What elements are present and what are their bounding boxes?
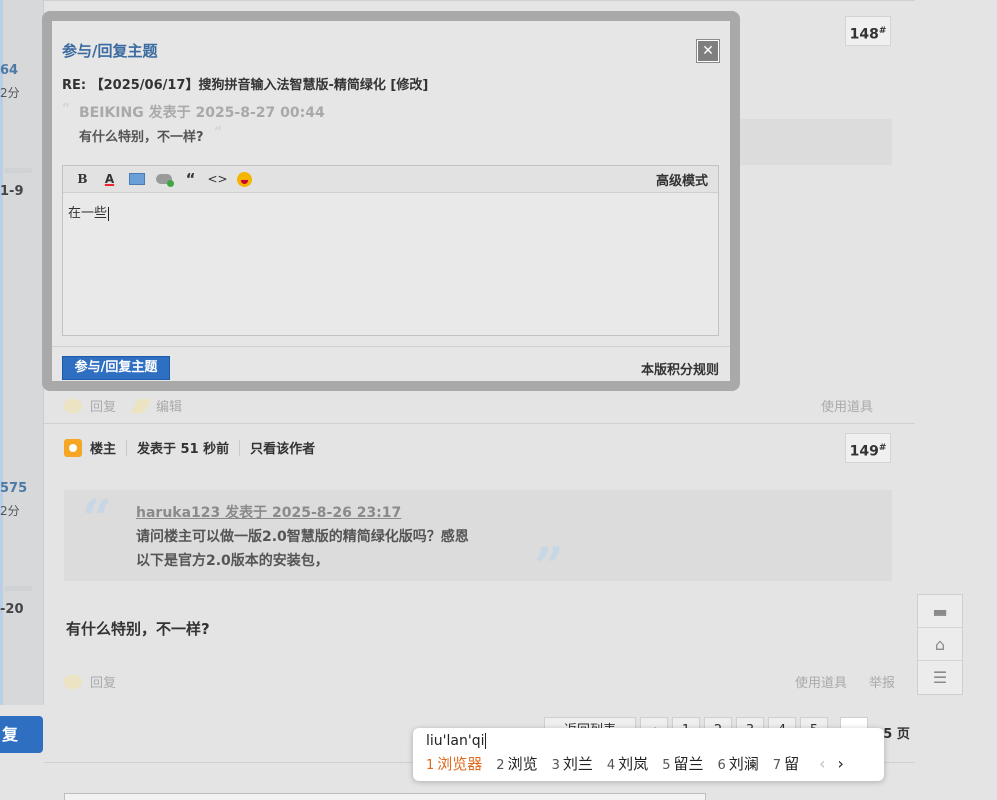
rules-link[interactable]: 本版积分规则 bbox=[641, 359, 719, 378]
ime-candidate[interactable]: 5 留兰 bbox=[662, 753, 703, 774]
quick-reply-editor[interactable] bbox=[64, 793, 706, 800]
ime-composition: liu'lan'qi bbox=[426, 733, 487, 749]
only-author-link[interactable]: 只看该作者 bbox=[250, 438, 315, 457]
quote-text: 有什么特别，不一样? bbox=[79, 130, 204, 145]
use-tool-dropdown[interactable]: 使用道具 bbox=[795, 672, 847, 691]
ime-candidate-list: 1 浏览器 2 浏览 3 刘兰 4 刘岚 5 留兰 6 刘澜 7留 ‹ › bbox=[426, 753, 856, 774]
use-tool-dropdown[interactable]: 使用道具 bbox=[821, 396, 873, 415]
quote-icon: “ bbox=[185, 170, 196, 188]
comment-icon[interactable]: ▬ bbox=[918, 595, 962, 628]
code-button[interactable]: <> bbox=[204, 168, 231, 190]
floor-number-149[interactable]: 149# bbox=[845, 433, 891, 463]
bold-icon: B bbox=[77, 172, 88, 186]
editor-toolbar: B A “ <> 高级模式 bbox=[63, 166, 718, 193]
ime-candidate[interactable]: 6 刘澜 bbox=[717, 753, 758, 774]
post-meta: 楼主 发表于 51 秒前 只看该作者 bbox=[64, 438, 315, 457]
submit-reply-button[interactable]: 参与/回复主题 bbox=[62, 356, 170, 380]
open-quote-icon: “ bbox=[82, 489, 112, 550]
reply-label: 回复 bbox=[90, 676, 117, 691]
ime-candidate-window: liu'lan'qi 1 浏览器 2 浏览 3 刘兰 4 刘岚 5 留兰 6 刘澜 7留 ‹… bbox=[413, 728, 884, 781]
ime-candidate[interactable]: 4 刘岚 bbox=[607, 753, 648, 774]
quote-line: 以下是官方2.0版本的安装包， bbox=[136, 553, 329, 569]
column-accent-strip bbox=[0, 0, 3, 705]
post-time: 发表于 51 秒前 bbox=[137, 442, 230, 457]
quote-button[interactable]: “ bbox=[177, 168, 204, 190]
bold-button[interactable]: B bbox=[69, 168, 96, 190]
ime-prev-page-icon[interactable]: ‹ bbox=[819, 754, 825, 773]
ime-candidate[interactable]: 3 刘兰 bbox=[552, 753, 593, 774]
reply-icon bbox=[64, 674, 82, 689]
open-quote-icon: “ bbox=[62, 101, 71, 117]
post-actions: 回复 编辑 使用道具 bbox=[64, 396, 895, 415]
close-icon: ✕ bbox=[702, 43, 714, 59]
emoji-icon bbox=[237, 171, 252, 187]
owner-label: 楼主 bbox=[90, 442, 117, 457]
back-to-top-icon[interactable]: ⌂ bbox=[918, 628, 962, 661]
reply-editor: B A “ <> 高级模式 在一些 bbox=[62, 165, 719, 336]
modal-subject: RE: 【2025/06/17】搜狗拼音输入法智慧版-精简绿化 [修改] bbox=[62, 78, 429, 93]
author-stat-label: 2分 bbox=[0, 86, 20, 100]
author-stat[interactable]: 64 bbox=[0, 63, 18, 78]
reply-button[interactable]: 复 bbox=[0, 716, 43, 753]
ime-candidate[interactable]: 7留 bbox=[773, 753, 799, 774]
modal-title: 参与/回复主题 bbox=[62, 42, 158, 60]
reply-label: 回复 bbox=[90, 400, 117, 415]
close-quote-icon: ” bbox=[534, 537, 564, 598]
floor-number-148[interactable]: 148# bbox=[845, 16, 891, 46]
quote-line: 请问楼主可以做一版2.0智慧版的精简绿化版吗？感恩 bbox=[136, 529, 469, 545]
reply-modal: 参与/回复主题 ✕ RE: 【2025/06/17】搜狗拼音输入法智慧版-精简绿… bbox=[52, 21, 730, 381]
ime-candidate[interactable]: 1 浏览器 bbox=[426, 753, 482, 774]
ime-pinyin: liu'lan'qi bbox=[426, 733, 485, 749]
edit-action[interactable]: 编辑 bbox=[129, 396, 183, 415]
thread-owner-icon bbox=[64, 438, 82, 457]
author-level-bar bbox=[4, 168, 32, 173]
ime-candidate[interactable]: 2 浏览 bbox=[496, 753, 537, 774]
report-link[interactable]: 举报 bbox=[869, 672, 895, 691]
close-quote-icon: ” bbox=[214, 125, 223, 141]
post-body: 有什么特别，不一样? bbox=[66, 620, 210, 638]
font-color-icon: A bbox=[104, 172, 115, 186]
image-button[interactable] bbox=[123, 168, 150, 190]
post-actions: 回复 使用道具 举报 bbox=[64, 672, 895, 691]
modal-divider bbox=[52, 346, 730, 347]
edit-icon bbox=[129, 398, 153, 413]
link-button[interactable] bbox=[150, 168, 177, 190]
close-button[interactable]: ✕ bbox=[697, 40, 719, 62]
list-icon[interactable]: ☰ bbox=[918, 661, 962, 694]
text-caret bbox=[108, 206, 110, 221]
author-column: 64 2分 1-9 575 2分 -20 bbox=[0, 0, 44, 705]
link-icon bbox=[155, 174, 174, 187]
reply-action[interactable]: 回复 bbox=[64, 396, 116, 415]
quote-author: BEIKING 发表于 2025-8-27 00:44 bbox=[79, 105, 325, 121]
reply-text: 在一些 bbox=[68, 206, 108, 221]
reply-action[interactable]: 回复 bbox=[64, 672, 116, 691]
ime-next-page-icon[interactable]: › bbox=[837, 754, 843, 773]
ime-page-nav: ‹ › bbox=[819, 754, 856, 773]
author-stat-label: 2分 bbox=[0, 504, 20, 518]
author-level-bar bbox=[4, 586, 32, 591]
author-reg-date: -20 bbox=[0, 602, 24, 617]
post-149: 楼主 发表于 51 秒前 只看该作者 149# “ haruka123 发表于 … bbox=[44, 423, 915, 705]
emoji-button[interactable] bbox=[231, 168, 258, 190]
font-color-button[interactable]: A bbox=[96, 168, 123, 190]
image-icon bbox=[128, 173, 145, 185]
author-reg-date: 1-9 bbox=[0, 184, 24, 199]
advanced-mode-link[interactable]: 高级模式 bbox=[656, 170, 708, 189]
reply-modal-frame: 参与/回复主题 ✕ RE: 【2025/06/17】搜狗拼音输入法智慧版-精简绿… bbox=[42, 11, 740, 391]
quote-box: “ haruka123 发表于 2025-8-26 23:17 请问楼主可以做一… bbox=[64, 489, 892, 594]
author-stat[interactable]: 575 bbox=[0, 481, 27, 496]
floating-tools: ▬ ⌂ ☰ bbox=[917, 594, 963, 695]
ime-caret bbox=[485, 733, 487, 749]
reply-textarea[interactable]: 在一些 bbox=[63, 194, 718, 335]
quote-author-link[interactable]: haruka123 发表于 2025-8-26 23:17 bbox=[136, 502, 401, 522]
reply-icon bbox=[64, 398, 82, 413]
code-icon: <> bbox=[207, 172, 228, 186]
edit-label: 编辑 bbox=[156, 400, 183, 415]
